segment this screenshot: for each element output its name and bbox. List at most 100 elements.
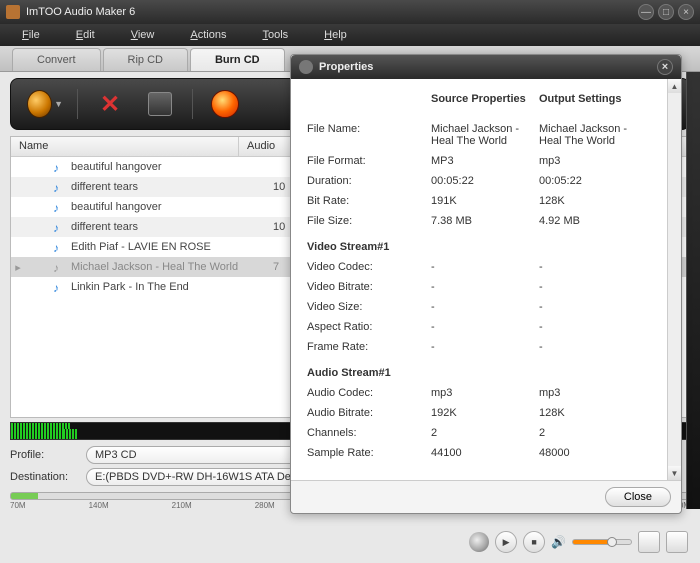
- output-col-header: Output Settings: [539, 93, 647, 105]
- properties-titlebar[interactable]: Properties ×: [291, 55, 681, 79]
- property-row: Sample Rate:4410048000: [307, 447, 665, 459]
- source-col-header: Source Properties: [431, 93, 539, 105]
- burn-button[interactable]: [207, 86, 243, 122]
- property-output: 4.92 MB: [539, 215, 647, 227]
- property-output: -: [539, 301, 647, 313]
- property-output: mp3: [539, 387, 647, 399]
- tab-convert[interactable]: Convert: [12, 48, 101, 71]
- properties-icon: [299, 60, 313, 74]
- stop-button[interactable]: ■: [523, 531, 545, 553]
- property-row: File Format:MP3mp3: [307, 155, 665, 167]
- property-output: -: [539, 261, 647, 273]
- separator: [77, 89, 78, 119]
- property-output: -: [539, 321, 647, 333]
- property-output: 2: [539, 427, 647, 439]
- property-output: mp3: [539, 155, 647, 167]
- property-row: File Name: Michael Jackson - Heal The Wor…: [307, 123, 665, 147]
- disc-icon: [27, 90, 52, 118]
- side-panel-strip[interactable]: [686, 72, 700, 509]
- app-icon: [6, 5, 20, 19]
- music-note-icon: ♪: [53, 221, 65, 233]
- close-window-button[interactable]: ×: [678, 4, 694, 20]
- properties-scrollbar[interactable]: ▲ ▼: [667, 79, 681, 480]
- close-button[interactable]: Close: [605, 487, 671, 507]
- music-note-icon: ♪: [53, 201, 65, 213]
- box-icon: [148, 92, 172, 116]
- scroll-up-icon[interactable]: ▲: [668, 79, 681, 93]
- tab-burn-cd[interactable]: Burn CD: [190, 48, 285, 71]
- menu-tools[interactable]: Tools: [244, 26, 306, 44]
- property-label: Sample Rate:: [307, 447, 431, 459]
- row-audio: 10: [269, 221, 285, 233]
- music-note-icon: ♪: [53, 261, 65, 273]
- music-note-icon: ♪: [53, 161, 65, 173]
- row-name: Edith Piaf - LAVIE EN ROSE: [71, 241, 269, 253]
- properties-close-x[interactable]: ×: [657, 59, 673, 75]
- property-source: 00:05:22: [431, 175, 539, 187]
- property-row: Bit Rate:191K128K: [307, 195, 665, 207]
- property-label: Duration:: [307, 175, 431, 187]
- snapshot-button[interactable]: [638, 531, 660, 553]
- menubar: FileEditViewActionsToolsHelp: [0, 24, 700, 46]
- profile-label: Profile:: [10, 449, 78, 461]
- property-label: Video Codec:: [307, 261, 431, 273]
- ruler-tick: 210M: [172, 501, 192, 510]
- destination-value: E:(PBDS DVD+-RW DH-16W1S ATA Device): [95, 471, 314, 483]
- ruler-tick: 70M: [10, 501, 26, 510]
- property-source: 2: [431, 427, 539, 439]
- row-audio: 7: [269, 261, 279, 273]
- row-name: different tears: [71, 221, 269, 233]
- property-row: Audio Bitrate:192K128K: [307, 407, 665, 419]
- property-label: File Format:: [307, 155, 431, 167]
- disc-status-icon: [469, 532, 489, 552]
- menu-file[interactable]: File: [4, 26, 58, 44]
- property-label: File Name:: [307, 123, 431, 147]
- chevron-down-icon: ▼: [54, 99, 63, 109]
- property-label: Audio Codec:: [307, 387, 431, 399]
- menu-edit[interactable]: Edit: [58, 26, 113, 44]
- column-name[interactable]: Name: [11, 137, 239, 156]
- properties-body: Source Properties Output Settings File N…: [291, 79, 681, 480]
- property-source: -: [431, 261, 539, 273]
- x-icon: ✕: [100, 90, 120, 119]
- minimize-button[interactable]: —: [638, 4, 654, 20]
- property-source: 7.38 MB: [431, 215, 539, 227]
- row-name: Linkin Park - In The End: [71, 281, 269, 293]
- maximize-button[interactable]: □: [658, 4, 674, 20]
- property-source: 191K: [431, 195, 539, 207]
- volume-slider[interactable]: [572, 539, 632, 545]
- property-row: File Size:7.38 MB4.92 MB: [307, 215, 665, 227]
- add-disc-button[interactable]: ▼: [27, 86, 63, 122]
- property-row: Channels:22: [307, 427, 665, 439]
- row-indicator: ▸: [11, 261, 25, 274]
- properties-footer: Close: [291, 480, 681, 513]
- property-row: Video Size:--: [307, 301, 665, 313]
- player-controls: ▶ ■ 🔊: [469, 531, 688, 553]
- profile-value: MP3 CD: [95, 449, 137, 461]
- property-label: File Size:: [307, 215, 431, 227]
- scroll-down-icon[interactable]: ▼: [668, 466, 681, 480]
- expand-button[interactable]: [666, 531, 688, 553]
- property-label: Aspect Ratio:: [307, 321, 431, 333]
- remove-button[interactable]: ✕: [92, 86, 128, 122]
- property-output: -: [539, 341, 647, 353]
- menu-actions[interactable]: Actions: [172, 26, 244, 44]
- clear-button[interactable]: [142, 86, 178, 122]
- property-source: -: [431, 301, 539, 313]
- property-label: Bit Rate:: [307, 195, 431, 207]
- menu-help[interactable]: Help: [306, 26, 365, 44]
- separator: [192, 89, 193, 119]
- music-note-icon: ♪: [53, 241, 65, 253]
- titlebar: ImTOO Audio Maker 6 — □ ×: [0, 0, 700, 24]
- property-output: 48000: [539, 447, 647, 459]
- volume-icon: 🔊: [551, 535, 566, 549]
- property-output: Michael Jackson - Heal The World: [539, 123, 647, 147]
- property-label: Video Bitrate:: [307, 281, 431, 293]
- property-row: Frame Rate:--: [307, 341, 665, 353]
- ruler-tick: 280M: [255, 501, 275, 510]
- tab-rip-cd[interactable]: Rip CD: [103, 48, 188, 71]
- play-button[interactable]: ▶: [495, 531, 517, 553]
- menu-view[interactable]: View: [113, 26, 173, 44]
- video-section-header: Video Stream#1: [307, 241, 665, 253]
- property-label: Video Size:: [307, 301, 431, 313]
